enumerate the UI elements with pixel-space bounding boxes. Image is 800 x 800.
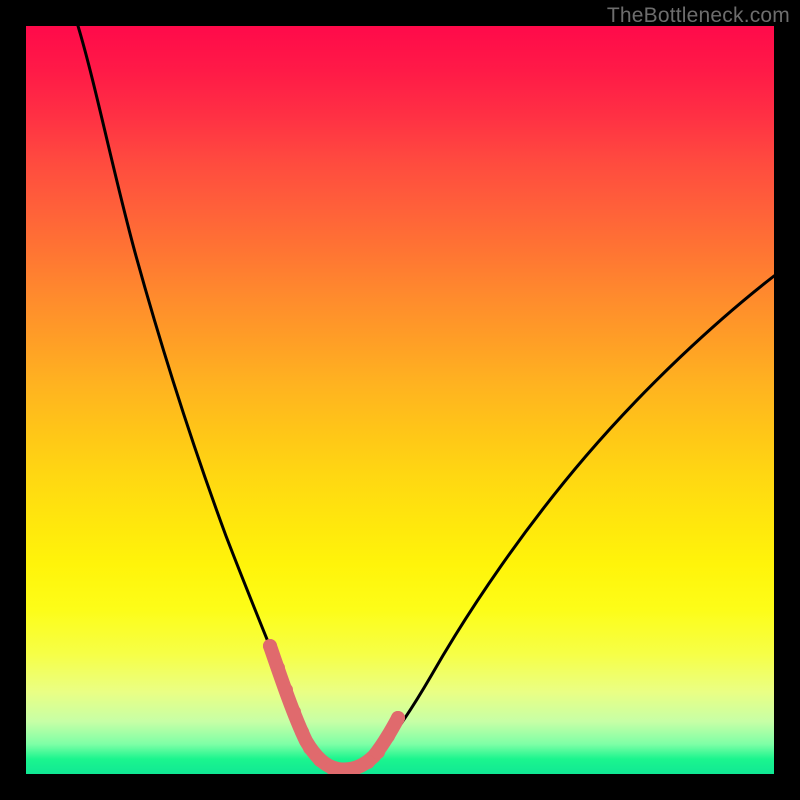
curve-layer <box>26 26 774 774</box>
watermark-text: TheBottleneck.com <box>607 4 790 28</box>
chart-frame: TheBottleneck.com <box>0 0 800 800</box>
bottleneck-curve <box>78 26 774 768</box>
plot-area <box>26 26 774 774</box>
